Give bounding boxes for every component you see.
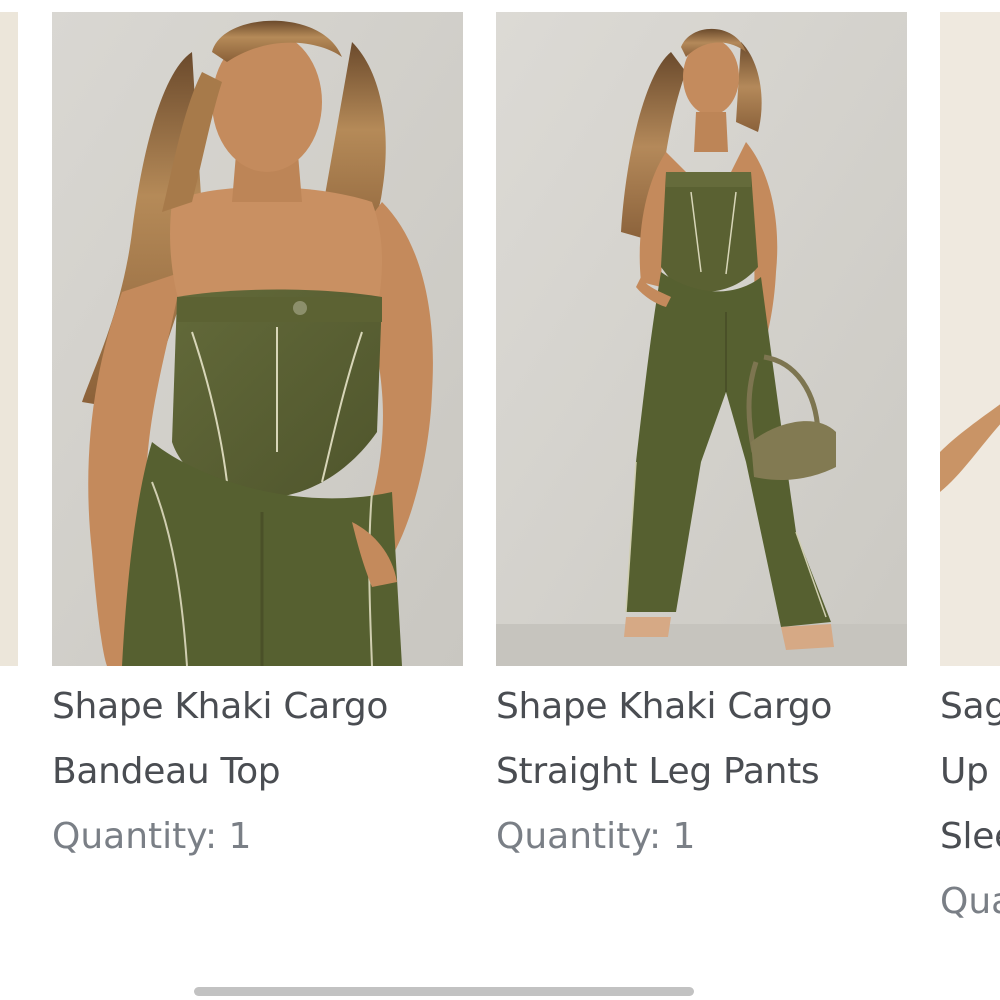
product-image[interactable] [496, 12, 907, 666]
product-name-line: Shape Khaki Cargo [496, 686, 833, 727]
product-card-partial-left[interactable] [0, 0, 18, 960]
product-photo-bandeau-top [52, 12, 463, 666]
product-quantity: Qua [940, 881, 1000, 922]
product-image-partial-left[interactable] [0, 12, 18, 666]
product-name-line: Slee [940, 816, 1000, 857]
product-name[interactable]: Sag Up Slee [940, 674, 1000, 869]
product-name[interactable]: Shape Khaki Cargo Straight Leg Pants [496, 674, 896, 804]
horizontal-scrollbar[interactable] [194, 987, 694, 996]
product-photo-partial-left [0, 12, 18, 666]
product-photo-straight-leg-pants [496, 12, 907, 666]
product-photo-partial-right [940, 12, 1000, 666]
product-name-line: Shape Khaki Cargo [52, 686, 389, 727]
product-card[interactable]: Shape Khaki Cargo Bandeau Top Quantity: … [52, 0, 463, 960]
product-name-line: Up [940, 751, 989, 792]
product-image[interactable] [52, 12, 463, 666]
product-quantity: Quantity: 1 [52, 816, 252, 857]
product-name-line: Straight Leg Pants [496, 751, 820, 792]
product-quantity: Quantity: 1 [496, 816, 696, 857]
product-card[interactable]: Shape Khaki Cargo Straight Leg Pants Qua… [496, 0, 907, 960]
product-name-line: Sag [940, 686, 1000, 727]
product-name[interactable]: Shape Khaki Cargo Bandeau Top [52, 674, 452, 804]
product-name-line: Bandeau Top [52, 751, 281, 792]
product-image[interactable] [940, 12, 1000, 666]
product-carousel[interactable]: Shape Khaki Cargo Bandeau Top Quantity: … [0, 0, 1000, 1000]
product-card-partial-right[interactable]: Sag Up Slee Qua [940, 0, 1000, 960]
